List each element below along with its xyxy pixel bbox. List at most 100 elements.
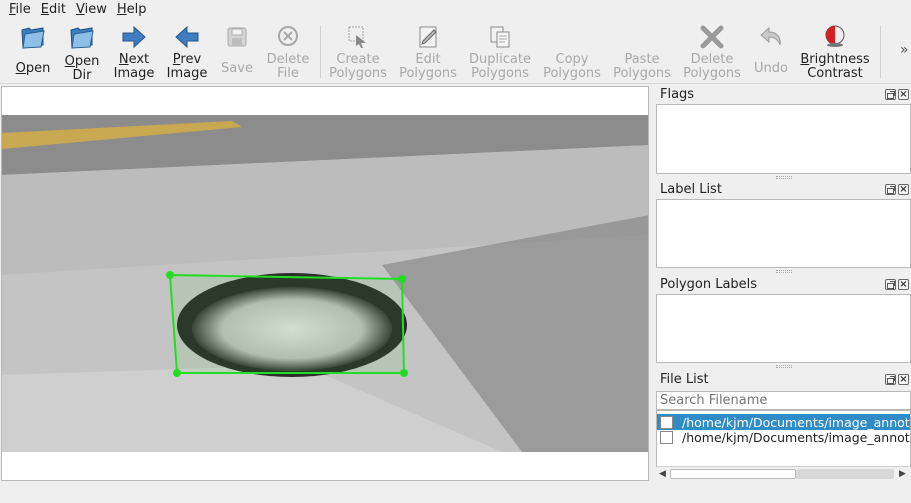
toolbar-extension-button[interactable]: » [900,42,908,58]
open-dir-label-2: Dir [72,68,92,83]
paste-icon [628,23,656,51]
dock-resize-grip[interactable] [776,365,792,368]
open-button[interactable]: Open [14,20,52,84]
create-polygon-icon [344,23,372,51]
next-label-2: Image [113,66,155,81]
file-checkbox[interactable] [660,430,673,444]
polygon-labels-list[interactable] [656,294,911,363]
brightness-label-2: Contrast [807,66,863,81]
edit-polygons-label-2: Polygons [399,66,457,81]
polygon-vertex-handle[interactable] [166,271,174,279]
flags-list[interactable] [656,104,911,174]
menu-edit-label: dit [49,2,66,17]
polygon-vertex-handle[interactable] [173,369,181,377]
file-list-dock-title: File List × [656,371,911,389]
prev-label-2: Image [166,66,208,81]
open-dir-mnemonic: O [64,54,75,69]
dock-float-icon[interactable] [885,374,896,385]
save-button[interactable]: Save [219,20,255,84]
file-list-title-text: File List [660,372,709,387]
paste-polygons-button[interactable]: Paste Polygons [611,20,673,84]
edit-polygons-button[interactable]: Edit Polygons [398,20,458,84]
annotation-overlay [166,271,408,377]
open-dir-label-1: pen [74,54,100,69]
folder-open-icon [19,23,47,51]
dock-close-icon[interactable]: × [898,184,909,195]
duplicate-polygons-label-1: Duplicate [469,52,531,67]
duplicate-polygons-button[interactable]: Duplicate Polygons [466,20,534,84]
folder-icon [68,23,96,51]
delete-polygons-label-2: Polygons [683,66,741,81]
polygon-vertex-handle[interactable] [398,275,406,283]
file-list-horizontal-scrollbar[interactable]: ◀ ▶ [656,466,911,481]
dock-resize-grip[interactable] [776,270,792,273]
create-polygons-button[interactable]: Create Polygons [328,20,388,84]
duplicate-polygons-label-2: Polygons [471,66,529,81]
scrollbar-track[interactable] [796,469,894,479]
save-label: Save [221,61,253,76]
menu-edit-mnemonic: E [40,2,49,17]
floppy-disk-icon [223,23,251,51]
scroll-right-icon[interactable]: ▶ [899,469,906,479]
brightness-contrast-icon [821,23,849,51]
copy-polygons-button[interactable]: Copy Polygons [541,20,603,84]
cancel-circle-icon [274,23,302,51]
brightness-mnemonic: B [800,52,810,67]
file-list-item[interactable]: /home/kjm/Documents/image_annotation/ [657,414,910,430]
menu-view-mnemonic: V [75,2,85,17]
label-list-dock-title: Label List × [656,181,911,199]
duplicate-icon [486,23,514,51]
next-image-button[interactable]: Next Image [112,20,156,84]
dock-close-icon[interactable]: × [898,374,909,385]
menu-help[interactable]: Help [112,1,152,19]
dock-float-icon[interactable] [885,184,896,195]
delete-polygons-button[interactable]: Delete Polygons [681,20,743,84]
open-mnemonic: O [15,61,26,76]
polygon-shape[interactable] [168,273,406,374]
dock-resize-grip[interactable] [776,176,792,179]
delete-x-icon [698,23,726,51]
copy-icon [558,23,586,51]
search-filename-input[interactable] [656,391,911,410]
dock-close-icon[interactable]: × [898,279,909,290]
dock-float-icon[interactable] [885,279,896,290]
menu-view[interactable]: View [71,1,112,19]
scroll-left-icon[interactable]: ◀ [659,469,666,479]
undo-icon [757,23,785,51]
open-dir-button[interactable]: Open Dir [63,20,101,84]
scrollbar-thumb[interactable] [670,469,796,479]
next-label-1: ext [128,52,150,67]
open-label: pen [25,61,51,76]
toolbar-separator [880,26,881,78]
file-path: /home/kjm/Documents/image_annotation/ [682,429,910,445]
undo-button[interactable]: Undo [751,20,791,84]
prev-image-button[interactable]: Prev Image [166,20,208,84]
menu-edit[interactable]: Edit [36,1,71,19]
flags-title-text: Flags [660,87,695,102]
label-list[interactable] [656,199,911,268]
edit-polygons-label-1: Edit [415,52,441,67]
file-checkbox[interactable] [660,415,673,429]
polygon-labels-title-text: Polygon Labels [660,277,758,292]
paste-polygons-label-2: Polygons [613,66,671,81]
arrow-right-icon [120,23,148,51]
file-list-item[interactable]: /home/kjm/Documents/image_annotation/ [657,429,910,445]
undo-label: Undo [754,61,788,76]
delete-file-label-2: File [277,66,299,81]
dock-close-icon[interactable]: × [898,89,909,100]
menu-file-label: ile [15,2,31,17]
polygon-labels-dock-title: Polygon Labels × [656,276,911,294]
label-list-title-text: Label List [660,182,722,197]
image-canvas[interactable] [1,86,649,481]
menu-bar: File Edit View Help [0,0,911,20]
menu-file[interactable]: File [4,1,36,19]
toolbar-separator [320,26,321,78]
delete-file-button[interactable]: Delete File [265,20,311,84]
delete-polygons-label-1: Delete [690,52,734,67]
polygon-vertex-handle[interactable] [400,369,408,377]
dock-float-icon[interactable] [885,89,896,100]
brightness-contrast-button[interactable]: Brightness Contrast [800,20,870,84]
copy-polygons-label-2: Polygons [543,66,601,81]
next-mnemonic: N [118,52,129,67]
menu-help-label: elp [126,2,147,17]
